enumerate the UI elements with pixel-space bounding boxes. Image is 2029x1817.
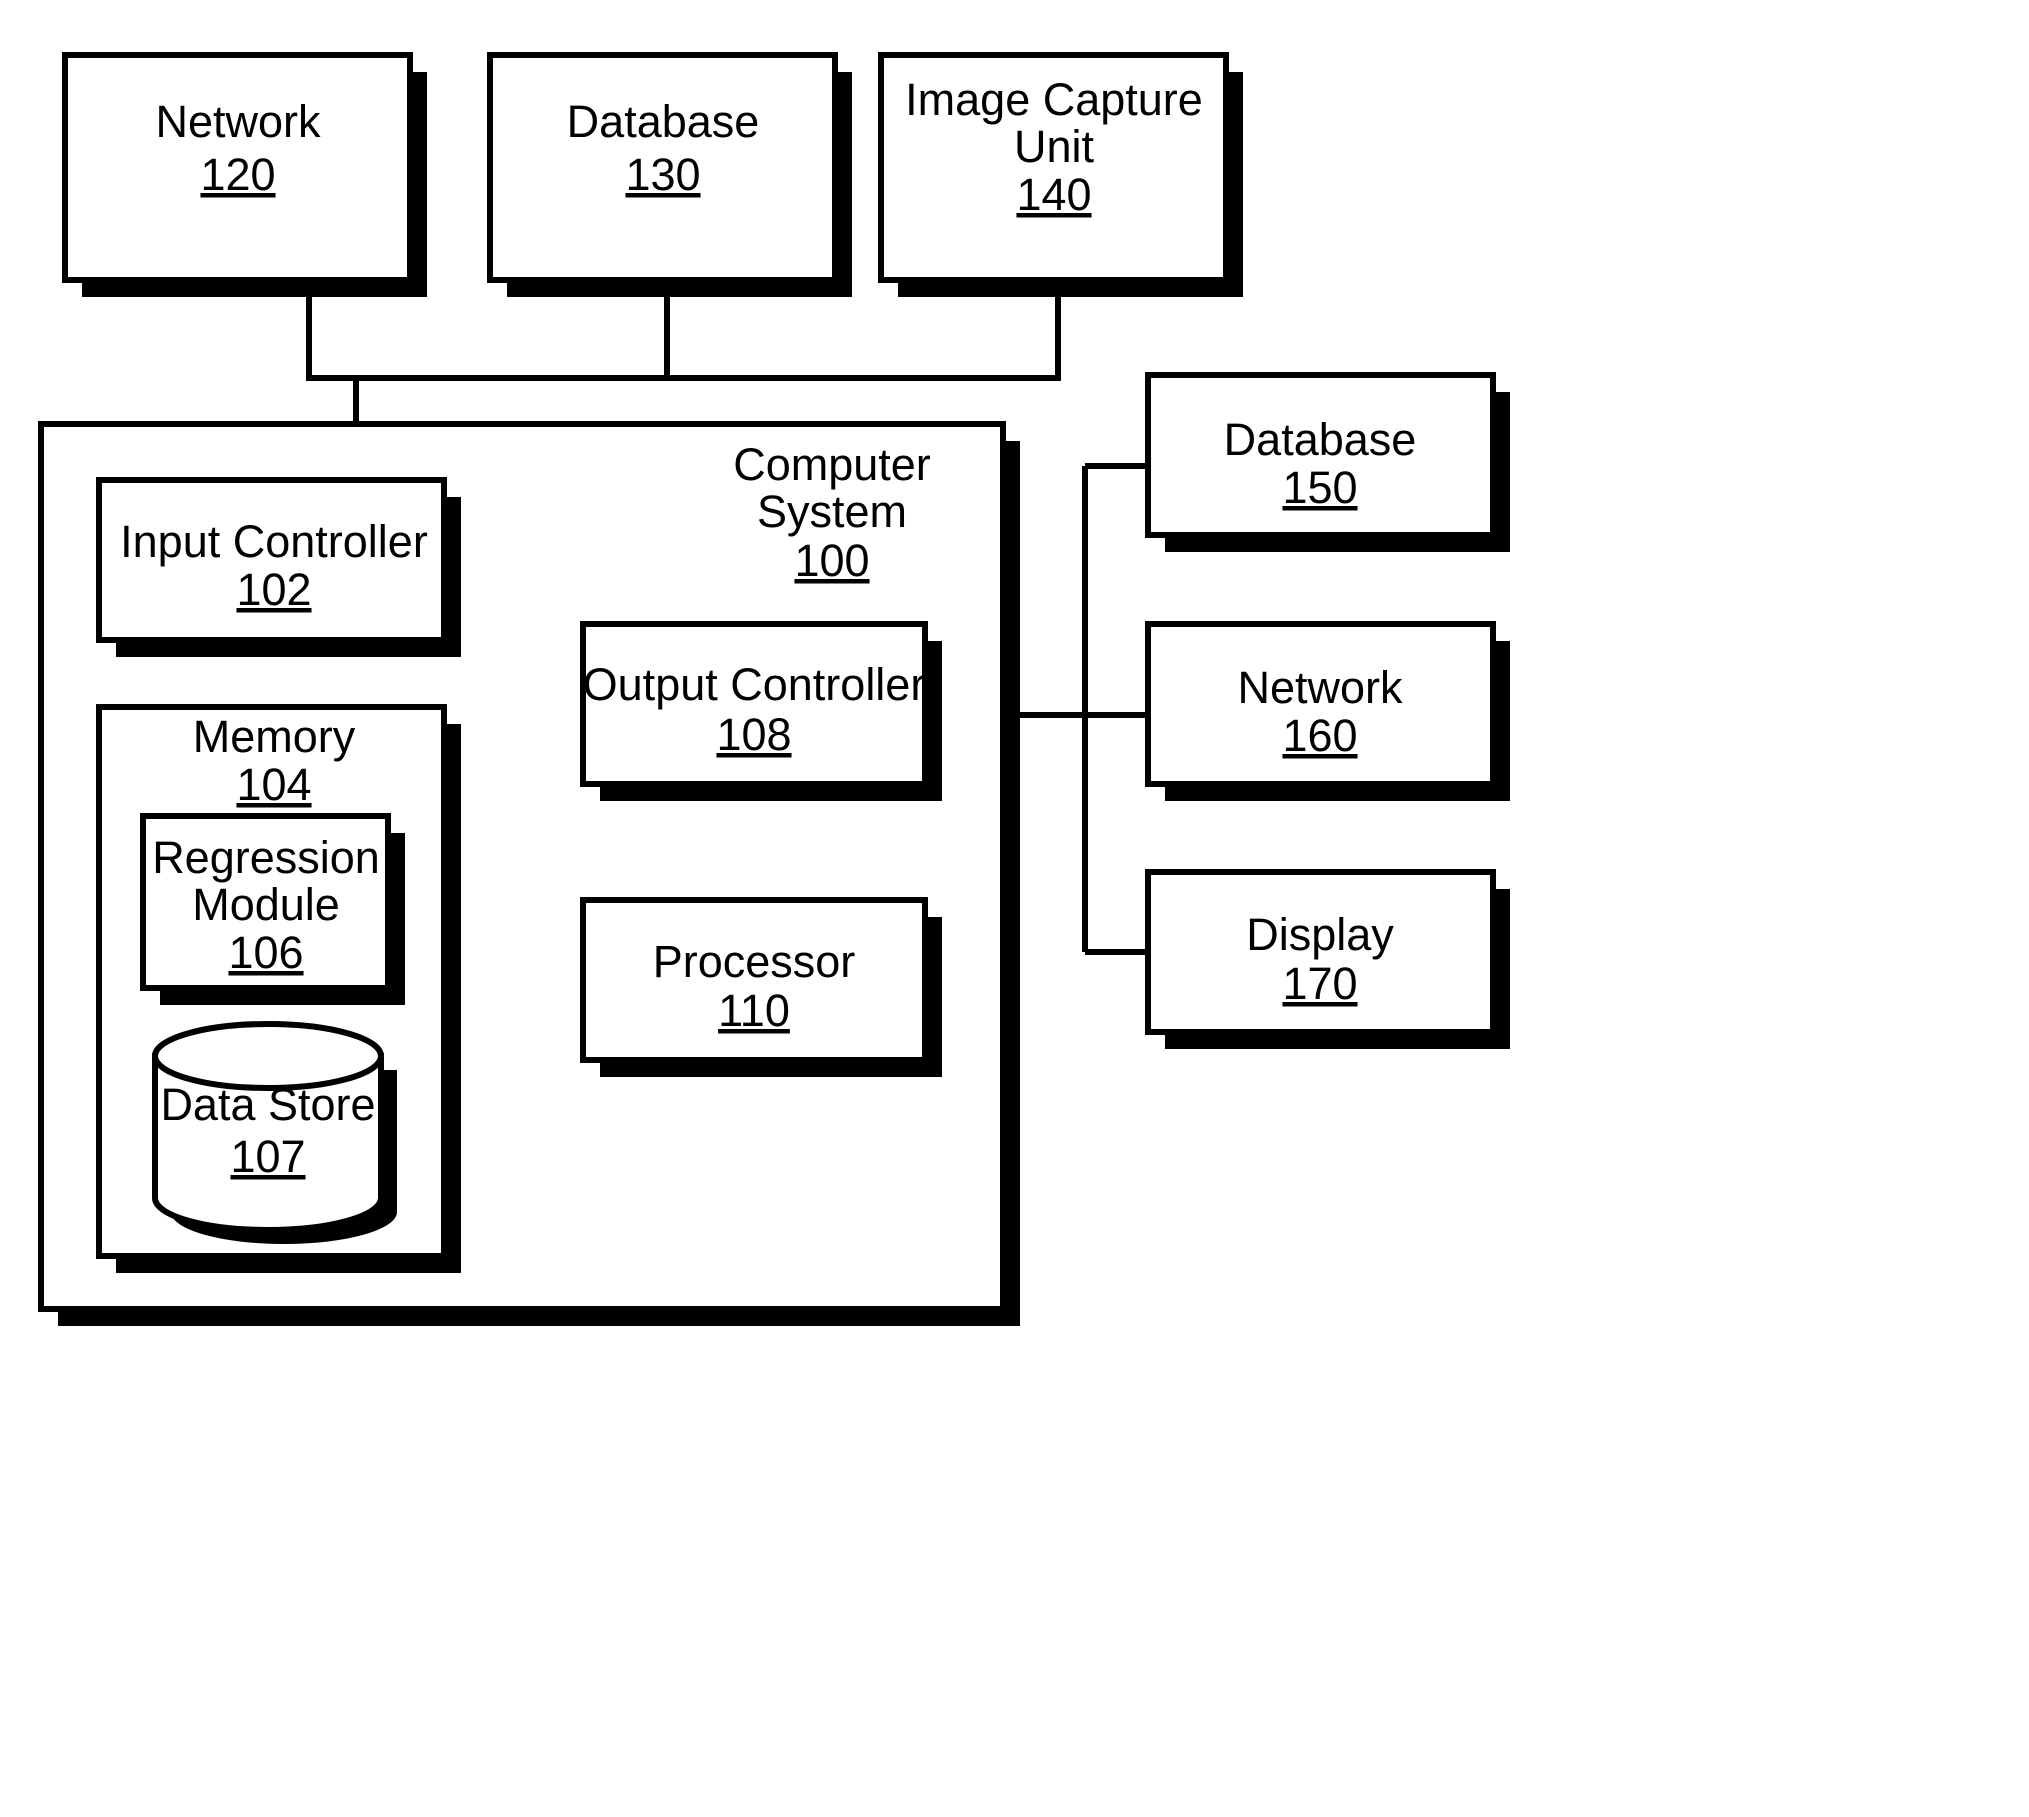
image-capture-140-number: 140 — [1016, 169, 1091, 220]
block-database-150[interactable]: Database 150 — [1145, 372, 1510, 552]
computer-system-100-number: 100 — [794, 535, 869, 586]
block-network-120[interactable]: Network 120 — [62, 52, 427, 297]
block-diagram-svg: Network 120 Database 130 Image Capture U… — [38, 52, 1510, 1326]
database-150-number: 150 — [1282, 462, 1357, 513]
data-store-107-label: Data Store — [160, 1079, 375, 1130]
computer-system-100-label-line2: System — [757, 486, 907, 537]
block-input-controller-102[interactable]: Input Controller 102 — [96, 477, 461, 657]
image-capture-140-label-line1: Image Capture — [905, 74, 1203, 125]
block-database-130[interactable]: Database 130 — [487, 52, 852, 297]
regression-module-106-label-line2: Module — [192, 879, 340, 930]
processor-110-label: Processor — [653, 936, 856, 987]
network-160-label: Network — [1237, 662, 1403, 713]
input-controller-102-number: 102 — [236, 564, 311, 615]
network-120-label: Network — [155, 96, 321, 147]
display-170-number: 170 — [1282, 958, 1357, 1009]
data-store-107-number: 107 — [230, 1131, 305, 1182]
block-network-160[interactable]: Network 160 — [1145, 621, 1510, 801]
network-120-number: 120 — [200, 149, 275, 200]
block-data-store-107[interactable]: Data Store 107 — [152, 1021, 397, 1244]
output-controller-108-label: Output Controller — [583, 659, 926, 710]
image-capture-140-label-line2: Unit — [1014, 121, 1095, 172]
regression-module-106-number: 106 — [228, 927, 303, 978]
regression-module-106-label-line1: Regression — [152, 832, 380, 883]
database-150-label: Database — [1224, 414, 1417, 465]
processor-110-number: 110 — [718, 985, 790, 1036]
database-130-label: Database — [567, 96, 760, 147]
database-130-number: 130 — [625, 149, 700, 200]
computer-system-100-label-line1: Computer — [733, 439, 931, 490]
block-processor-110[interactable]: Processor 110 — [580, 897, 942, 1077]
figure-canvas: Network 120 Database 130 Image Capture U… — [0, 0, 2029, 1817]
block-image-capture-unit-140[interactable]: Image Capture Unit 140 — [878, 52, 1243, 297]
block-regression-module-106[interactable]: Regression Module 106 — [140, 813, 405, 1005]
network-160-number: 160 — [1282, 710, 1357, 761]
memory-104-number: 104 — [236, 759, 311, 810]
input-controller-102-label: Input Controller — [120, 516, 428, 567]
block-display-170[interactable]: Display 170 — [1145, 869, 1510, 1049]
output-controller-108-number: 108 — [716, 709, 791, 760]
display-170-label: Display — [1246, 909, 1394, 960]
memory-104-label: Memory — [193, 711, 356, 762]
block-output-controller-108[interactable]: Output Controller 108 — [580, 621, 942, 801]
